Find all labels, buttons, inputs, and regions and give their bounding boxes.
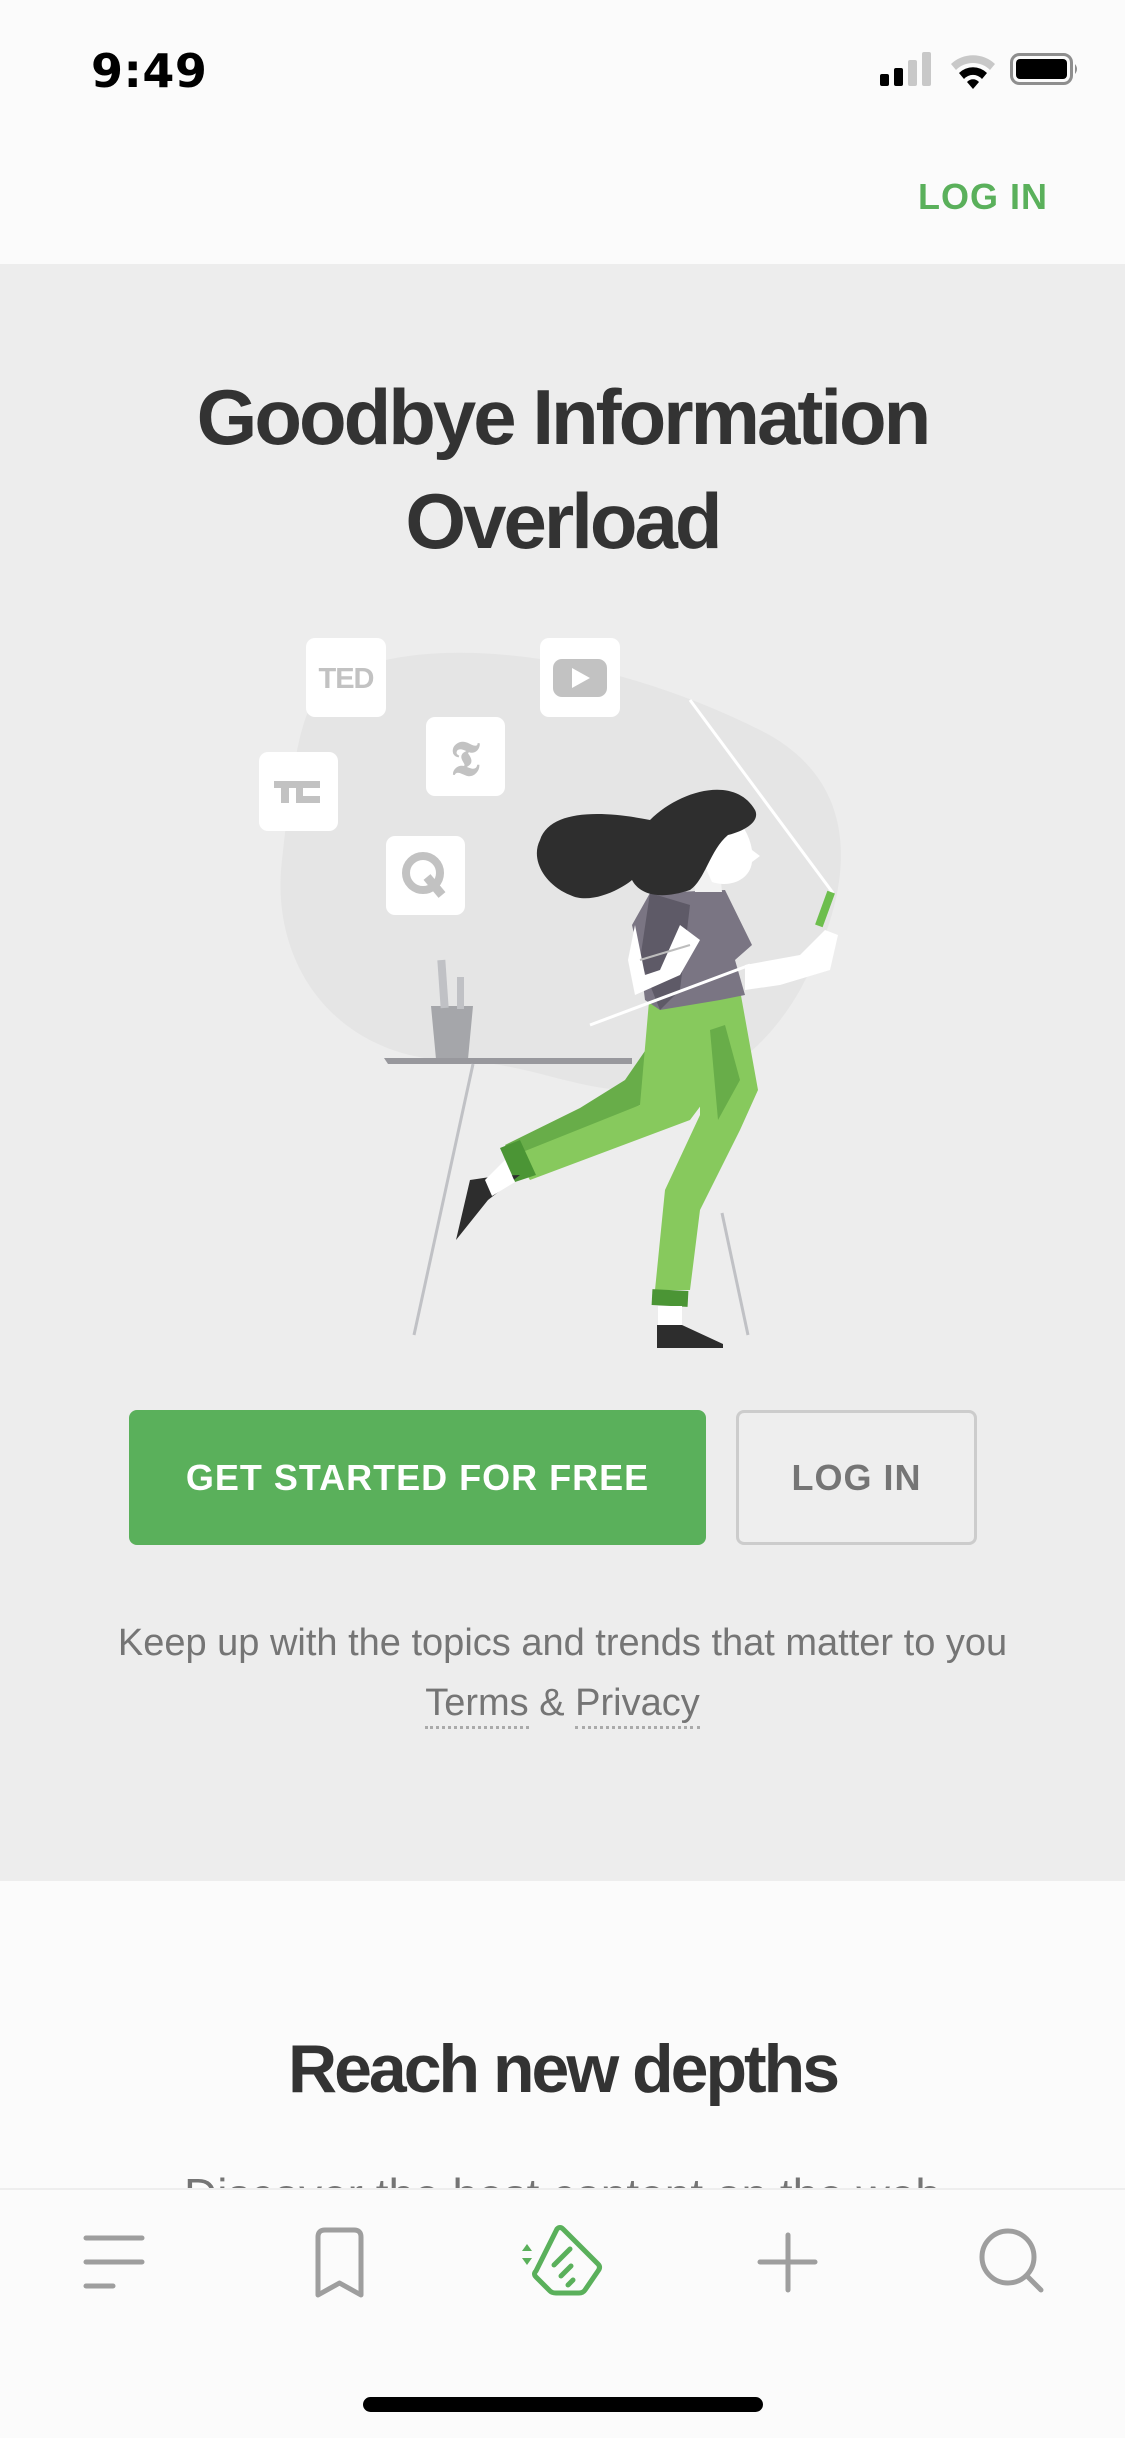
- tab-feeds[interactable]: [498, 2215, 608, 2310]
- hero-title-line2: Overload: [405, 477, 722, 565]
- tab-add[interactable]: [733, 2215, 843, 2310]
- nyt-logo-icon: 𝕿: [450, 731, 480, 787]
- legal-ampersand: &: [539, 1682, 565, 1724]
- techcrunch-logo-tile: [259, 752, 338, 831]
- search-icon: [979, 2228, 1044, 2293]
- terms-link[interactable]: Terms: [425, 1682, 529, 1729]
- wifi-icon: [951, 55, 995, 89]
- battery-icon: [1010, 53, 1077, 85]
- hero-illustration: TED 𝕿: [259, 638, 841, 1348]
- feedly-icon: [522, 2225, 602, 2296]
- youtube-logo-tile: [540, 638, 620, 717]
- plus-icon: [757, 2232, 818, 2293]
- bookmark-icon: [315, 2227, 364, 2298]
- menu-icon: [83, 2235, 145, 2289]
- ted-logo-icon: TED: [319, 663, 374, 695]
- hero-title-line1: Goodbye Information: [196, 373, 932, 461]
- privacy-link[interactable]: Privacy: [575, 1682, 700, 1729]
- legal-links: Terms & Privacy: [0, 1682, 1125, 1729]
- nyt-logo-tile: 𝕿: [426, 717, 505, 796]
- hero-tagline: Keep up with the topics and trends that …: [117, 1622, 1008, 1664]
- ted-logo-tile: TED: [306, 638, 386, 717]
- status-icons: [880, 52, 1077, 89]
- signal-icon: [880, 52, 931, 86]
- tab-search[interactable]: [955, 2215, 1065, 2310]
- section-title: Reach new depths: [287, 2031, 840, 2107]
- status-time: 9:49: [91, 44, 208, 98]
- status-bar: 9:49: [0, 0, 1125, 130]
- header-login-link[interactable]: LOG IN: [918, 176, 1048, 218]
- home-indicator: [363, 2397, 763, 2412]
- hero-title: Goodbye Information Overload: [0, 365, 1125, 573]
- tab-menu[interactable]: [58, 2215, 168, 2310]
- get-started-button[interactable]: GET STARTED FOR FREE: [129, 1410, 706, 1545]
- login-button[interactable]: LOG IN: [736, 1410, 977, 1545]
- tab-saved[interactable]: [283, 2215, 393, 2310]
- quartz-logo-tile: [386, 836, 465, 915]
